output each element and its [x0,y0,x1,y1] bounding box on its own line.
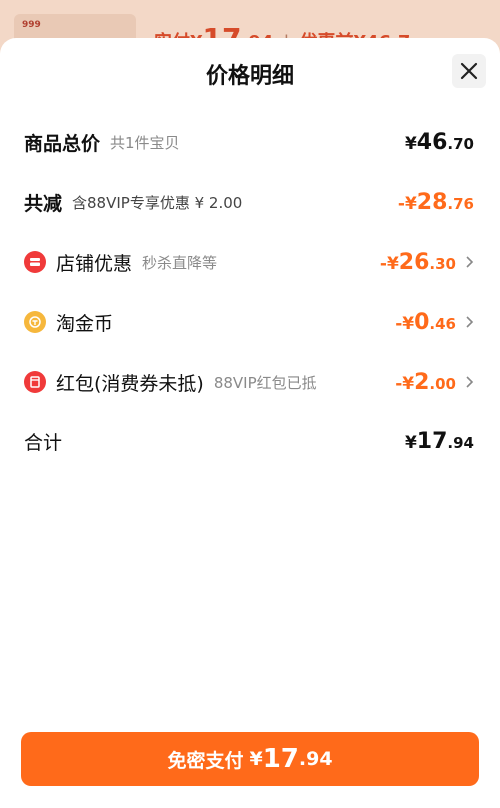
amount-dec: .30 [429,254,456,273]
row-store-discount[interactable]: 店铺优惠 秒杀直降等 -¥ 26.30 [24,246,474,278]
pay-button-label: 免密支付 [167,749,244,772]
amount-int: 0 [414,309,430,335]
row-amount: ¥46.70 [405,130,474,155]
row-label: 商品总价 [24,132,101,155]
amount-currency: -¥ [379,253,399,274]
row-amount: -¥ 2.00 [395,370,456,395]
row-goods-total: 商品总价 共1件宝贝 ¥46.70 [24,126,474,158]
amount-int: 28 [416,189,448,215]
row-sub: 88VIP红包已抵 [213,373,317,392]
row-amount: ¥17.94 [405,429,474,454]
row-sub: 秒杀直降等 [142,253,218,272]
amount-dec: .70 [447,134,474,153]
amount-dec: .76 [447,194,474,213]
amount-currency: -¥ [397,193,417,214]
coin-icon [24,311,46,333]
amount-dec: .94 [447,433,474,452]
row-amount: -¥ 26.30 [380,250,456,275]
row-label: 共减 [24,192,63,215]
pay-button-int: 17 [262,744,299,774]
chevron-right-icon [466,376,474,388]
chevron-right-icon [466,256,474,268]
red-packet-icon [24,371,46,393]
product-logo: 999 [22,20,41,30]
amount-dec: .00 [429,374,456,393]
close-button[interactable] [452,54,486,88]
row-amount: -¥ 28.76 [398,190,474,215]
sheet-title: 价格明细 [205,64,294,89]
amount-dec: .46 [429,314,456,333]
row-grand-total: 合计 ¥17.94 [24,425,474,457]
row-sub: 共1件宝贝 [110,133,180,152]
row-red-packet[interactable]: 红包(消费券未抵) 88VIP红包已抵 -¥ 2.00 [24,366,474,398]
chevron-right-icon [466,316,474,328]
row-label: 店铺优惠 [56,252,133,275]
price-detail-sheet: 价格明细 商品总价 共1件宝贝 ¥46.70 共减 含88VIP专享优惠 ¥ 2… [0,38,500,808]
row-taojinbi[interactable]: 淘金币 -¥ 0.46 [24,306,474,338]
store-icon [24,251,46,273]
amount-currency: -¥ [395,373,415,394]
close-icon [460,62,478,80]
row-label: 合计 [24,431,63,454]
row-sub: 含88VIP专享优惠 ¥ 2.00 [72,193,243,212]
amount-int: 46 [416,129,448,155]
amount-currency: -¥ [395,313,415,334]
pay-button-dec: .94 [298,748,333,770]
amount-int: 2 [414,369,430,395]
row-label: 淘金币 [56,312,114,335]
row-label: 红包(消费券未抵) [56,372,204,395]
pay-button-currency: ¥ [249,748,263,770]
amount-currency: ¥ [404,432,417,453]
amount-int: 17 [416,428,448,454]
password-free-pay-button[interactable]: 免密支付 ¥ 17 .94 [21,732,479,786]
row-total-discount: 共减 含88VIP专享优惠 ¥ 2.00 -¥ 28.76 [24,186,474,218]
row-amount: -¥ 0.46 [395,310,456,335]
amount-int: 26 [398,249,430,275]
amount-currency: ¥ [404,133,417,154]
